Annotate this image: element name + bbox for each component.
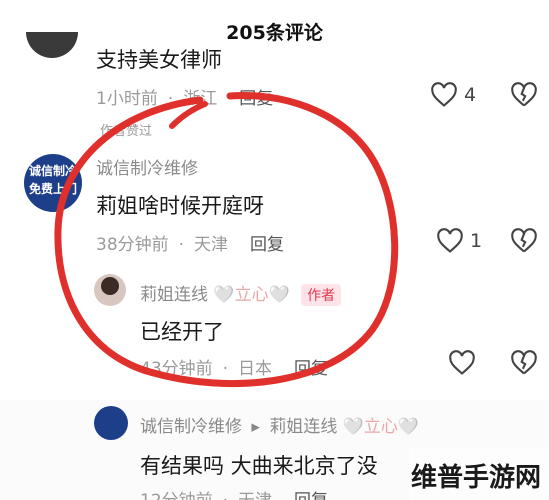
comment-time: 1小时前	[96, 89, 158, 109]
comment-location: 天津	[194, 235, 229, 255]
reply-location: 天津	[238, 491, 272, 500]
reply-time: 12分钟前	[140, 491, 213, 500]
comment-item: 支持美女律师 1小时前 · 浙江 回复 4 作者赞过	[0, 30, 549, 140]
reply-button[interactable]: 回复	[294, 359, 328, 379]
broken-heart-icon	[510, 350, 538, 376]
reply-author[interactable]: 诚信制冷维修 ▸ 莉姐连线 🤍立心🤍	[140, 412, 419, 437]
author-name-suffix: 🤍立心🤍	[213, 285, 290, 305]
author-name: 莉姐连线	[140, 285, 208, 305]
reply-meta: 43分钟前 · 日本 回复	[140, 359, 329, 379]
reply-author[interactable]: 莉姐连线 🤍立心🤍 作者	[140, 280, 342, 306]
like-button[interactable]: 1	[436, 228, 482, 254]
avatar[interactable]	[94, 406, 128, 440]
reply-location: 日本	[238, 359, 273, 379]
like-button[interactable]	[448, 350, 476, 376]
heart-icon	[436, 228, 464, 254]
author-liked-label: 作者赞过	[100, 124, 153, 139]
avatar[interactable]	[94, 274, 126, 306]
heart-icon	[430, 82, 458, 108]
like-button[interactable]: 4	[430, 82, 476, 108]
reply-text: 已经开了	[140, 320, 224, 344]
commenter-name[interactable]: 诚信制冷维修	[96, 154, 198, 179]
reply-time: 43分钟前	[140, 359, 213, 379]
author-badge: 作者	[301, 284, 342, 306]
broken-heart-icon	[510, 228, 538, 254]
heart-icon	[448, 350, 476, 376]
reply-to-name: 莉姐连线	[269, 417, 338, 437]
comment-location: 浙江	[183, 89, 218, 109]
comment-text: 支持美女律师	[96, 48, 222, 72]
avatar-text: 诚信制冷 免费上门	[28, 164, 77, 196]
reply-meta: 12分钟前·天津回复	[140, 486, 328, 500]
comment-item: 诚信制冷 免费上门 诚信制冷维修 莉姐啥时候开庭呀 38分钟前 · 天津 回复 1	[0, 150, 549, 260]
reply-arrow-icon: ▸	[251, 417, 260, 437]
like-count: 4	[464, 84, 477, 106]
comment-meta: 1小时前 · 浙江 回复	[96, 89, 274, 109]
reply-item: 莉姐连线 🤍立心🤍 作者 已经开了 43分钟前 · 日本 回复	[0, 270, 549, 380]
reply-to-suffix: 🤍立心🤍	[342, 417, 420, 437]
reply-button[interactable]: 回复	[250, 235, 284, 255]
reply-button[interactable]: 回复	[239, 89, 273, 109]
avatar[interactable]: 诚信制冷 免费上门	[24, 154, 82, 212]
avatar[interactable]	[26, 32, 78, 58]
author-name: 诚信制冷维修	[140, 417, 242, 437]
dislike-button[interactable]	[510, 82, 538, 108]
dislike-button[interactable]	[510, 228, 538, 254]
broken-heart-icon	[510, 82, 538, 108]
reply-button[interactable]: 回复	[294, 491, 328, 500]
comment-text: 莉姐啥时候开庭呀	[96, 194, 264, 218]
watermark-text: 维普手游网	[410, 463, 541, 493]
reply-text: 有结果吗 大曲来北京了没	[140, 454, 378, 478]
dislike-button[interactable]	[510, 350, 538, 376]
like-count: 1	[470, 230, 483, 252]
comment-time: 38分钟前	[96, 235, 169, 255]
comment-meta: 38分钟前 · 天津 回复	[96, 235, 285, 255]
